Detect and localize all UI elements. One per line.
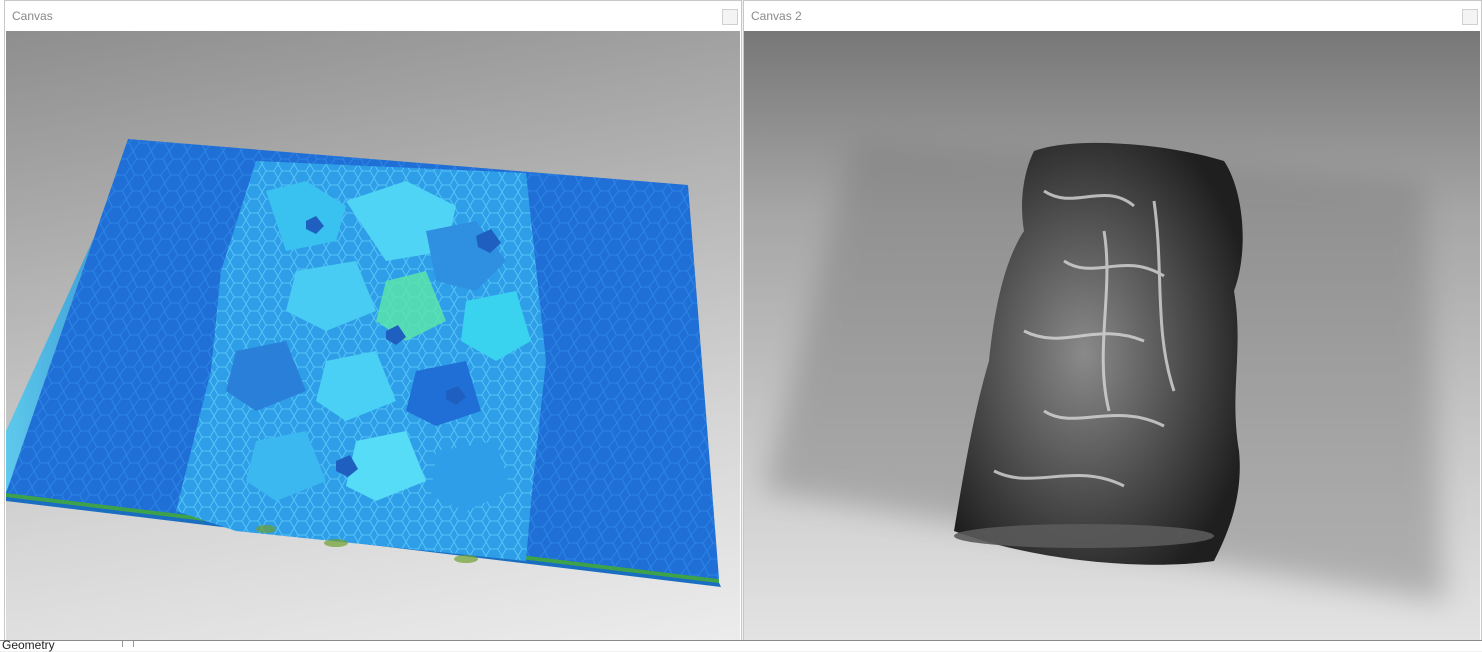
status-bar [0, 640, 1482, 651]
volume-render [764, 141, 1444, 601]
canvas-2-window[interactable]: Canvas 2 [743, 0, 1482, 642]
3d-viewport[interactable] [6, 31, 740, 640]
hex-slab-render [6, 139, 721, 587]
window-titlebar[interactable]: Canvas 2 [744, 1, 1481, 31]
scroll-marker [122, 641, 134, 647]
canvas-window[interactable]: Canvas [4, 0, 742, 642]
close-icon[interactable] [1462, 9, 1478, 25]
window-title: Canvas [12, 9, 53, 23]
window-titlebar[interactable]: Canvas [5, 1, 741, 31]
window-title: Canvas 2 [751, 9, 802, 23]
3d-viewport[interactable] [744, 31, 1480, 640]
close-icon[interactable] [722, 9, 738, 25]
